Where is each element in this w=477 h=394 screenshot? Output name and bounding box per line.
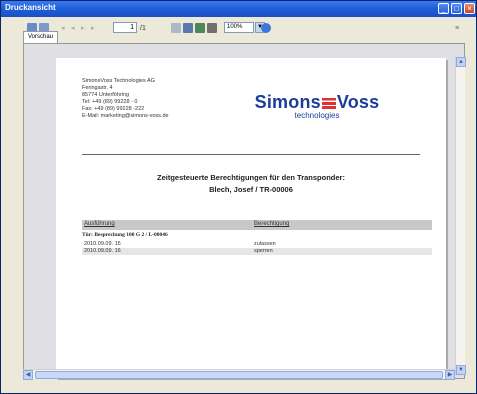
last-page-icon[interactable]: ▸: [91, 23, 95, 35]
logo-brand-left: Simons: [254, 92, 321, 112]
report-heading: Zeitgesteuerte Berechtigungen für den Tr…: [82, 172, 420, 196]
zoom-select[interactable]: 100% ▼: [224, 22, 265, 33]
sender-address: SimonsVoss Technologies AG Feringastr. 4…: [82, 78, 169, 120]
heading-line2: Blech, Josef / TR-00006: [209, 185, 293, 194]
window-title: Druckansicht: [5, 3, 56, 12]
door-group-label: Tür: Besprechung 100 G 2 / L-00046: [82, 232, 168, 238]
address-line: E-Mail: marketing@simons-voss.de: [82, 113, 169, 119]
heading-line1: Zeitgesteuerte Berechtigungen für den Tr…: [157, 173, 345, 182]
scroll-right-icon[interactable]: ▶: [445, 370, 455, 380]
column-header-berechtigung: Berechtigung: [254, 221, 290, 227]
divider: [82, 154, 420, 155]
zoom-value: 100%: [227, 24, 243, 30]
maximize-button[interactable]: □: [451, 3, 462, 14]
prev-page-icon[interactable]: ◂: [71, 23, 75, 35]
save-icon[interactable]: [183, 23, 193, 33]
row-time: 2010.09.09. 16: [84, 248, 121, 254]
export-icon[interactable]: [171, 23, 181, 33]
page-number-input[interactable]: 1: [113, 22, 137, 33]
scroll-thumb[interactable]: [35, 371, 443, 379]
scroll-up-icon[interactable]: ▲: [456, 57, 466, 67]
table-row: 2010.09.09. 16 sperren: [82, 248, 432, 255]
close-button[interactable]: ×: [464, 3, 475, 14]
vertical-scrollbar[interactable]: ▲ ▼: [455, 57, 466, 375]
scroll-down-icon[interactable]: ▼: [456, 365, 466, 375]
horizontal-scrollbar[interactable]: ◀ ▶: [23, 369, 455, 380]
print-preview-window: Druckansicht _ □ × ◂ ◂ ▸ ▸ 1 /1 100% ▼ ≡…: [0, 0, 477, 394]
toolbar: ◂ ◂ ▸ ▸ 1 /1 100% ▼ ≡: [1, 17, 476, 45]
simonsvoss-logo: Simons Voss technologies: [242, 92, 392, 120]
table-header: Ausführung Berechtigung: [82, 220, 432, 230]
preview-area: SimonsVoss Technologies AG Feringastr. 4…: [23, 43, 465, 379]
next-page-icon[interactable]: ▸: [81, 23, 85, 35]
title-bar[interactable]: Druckansicht _ □ ×: [1, 1, 476, 17]
row-permission: zulassen: [254, 241, 276, 247]
address-line: Fax: +49 (89) 99228 -222: [82, 106, 145, 112]
minimize-button[interactable]: _: [438, 3, 449, 14]
tab-vorschau[interactable]: Vorschau: [23, 31, 59, 43]
address-line: Feringastr. 4: [82, 85, 113, 91]
column-header-ausfuehrung: Ausführung: [84, 221, 115, 227]
address-line: SimonsVoss Technologies AG: [82, 78, 155, 84]
scroll-left-icon[interactable]: ◀: [23, 370, 33, 380]
excel-icon[interactable]: [195, 23, 205, 33]
document-page: SimonsVoss Technologies AG Feringastr. 4…: [56, 58, 446, 378]
row-permission: sperren: [254, 248, 273, 254]
page-total-label: /1: [140, 25, 146, 32]
menu-icon[interactable]: ≡: [455, 23, 459, 35]
address-line: Tel: +49 (89) 99228 - 0: [82, 99, 138, 105]
multipage-icon[interactable]: [207, 23, 217, 33]
first-page-icon[interactable]: ◂: [61, 23, 65, 35]
logo-brand-right: Voss: [336, 92, 380, 112]
search-icon[interactable]: [261, 23, 271, 33]
row-time: 2010.09.09. 15: [84, 241, 121, 247]
address-line: 85774 Unterföhring: [82, 92, 130, 98]
table-row: 2010.09.09. 15 zulassen: [82, 241, 432, 248]
logo-mark-icon: [321, 97, 336, 109]
